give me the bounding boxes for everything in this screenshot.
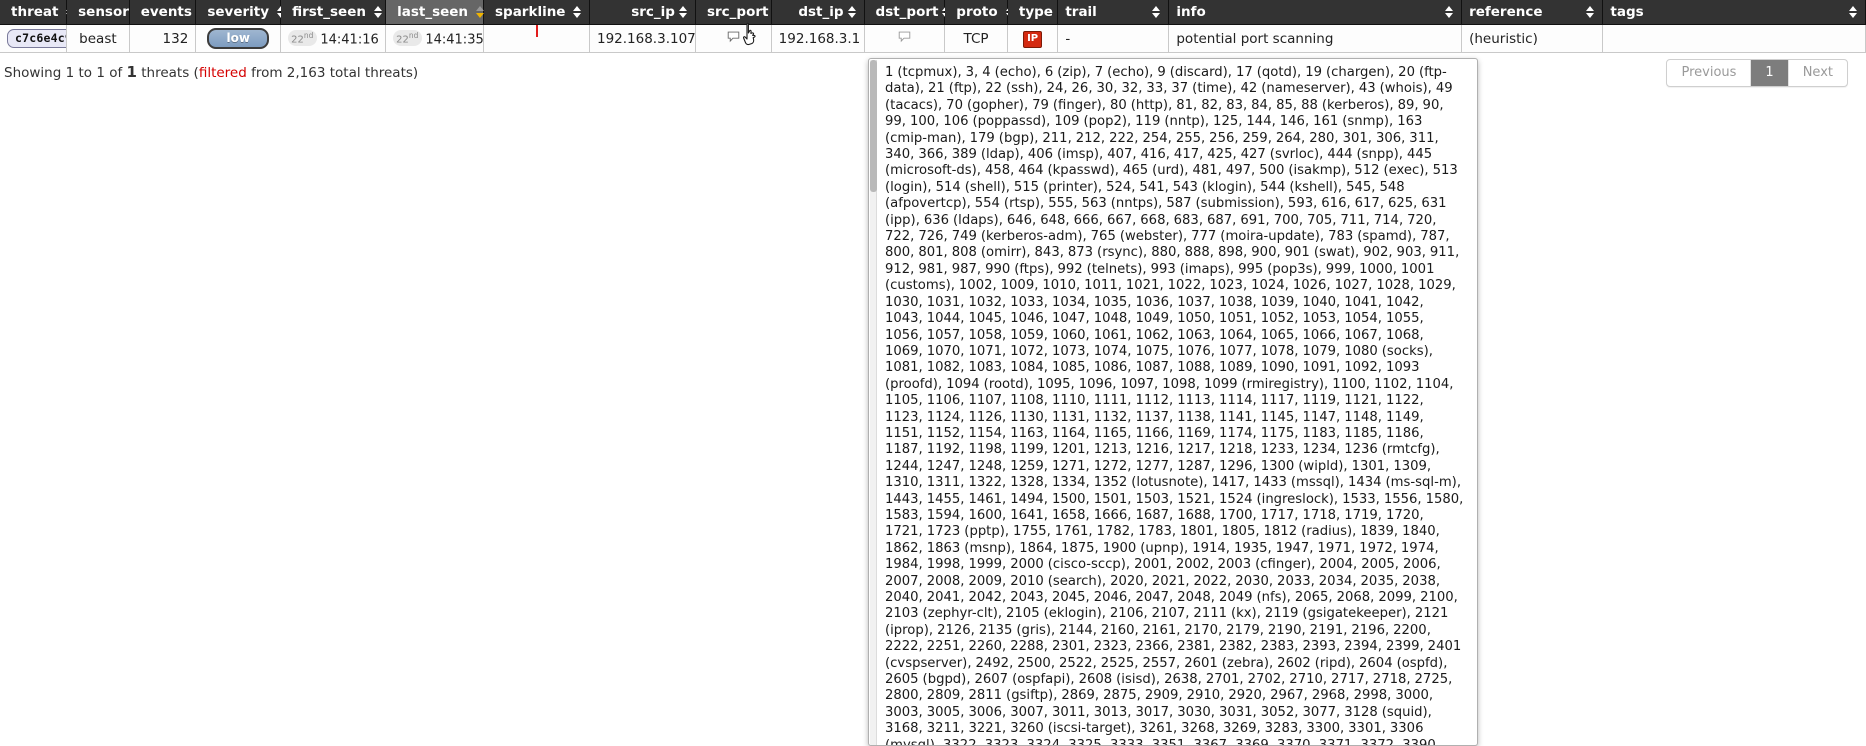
threats-page: threat sensor events severity first_seen last… [0, 0, 1866, 746]
src-ip-value-wrap: 192.168.3.107 [596, 30, 696, 47]
column-header-label-events: events [140, 4, 192, 20]
column-header-label-src_ip: src_ip [631, 4, 675, 20]
cell-proto: TCP [944, 24, 1008, 53]
cell-events: 132 [129, 24, 197, 53]
sort-arrows-icon-sparkline[interactable] [573, 5, 582, 19]
column-header-label-info: info [1176, 4, 1206, 20]
cell-tags [1602, 24, 1866, 53]
threats-header-row: threat sensor events severity first_seen last… [0, 0, 1866, 25]
last-seen-day-chip: 22nd [393, 29, 423, 47]
column-header-label-tags: tags [1610, 4, 1644, 20]
threats-table-body: c7c6e4c9 beast 132 low 22nd 14:41:16 22nd… [0, 24, 1866, 53]
column-header-label-type: type [1018, 4, 1053, 20]
src-ip-text: 192.168.3.107 [596, 30, 696, 47]
cell-type: IP [1007, 24, 1059, 53]
cell-dst-ip: 192.168.3.1 [771, 24, 865, 53]
pagination-page-1[interactable]: 1 [1751, 60, 1789, 86]
tooltip-scrollbar-thumb[interactable] [870, 60, 877, 192]
column-header-events[interactable]: events [129, 0, 204, 25]
cell-sensor: beast [66, 24, 130, 53]
column-header-dst_port[interactable]: dst_port [864, 0, 951, 25]
sort-arrows-icon-trail[interactable] [1152, 5, 1161, 19]
column-header-label-dst_ip: dst_ip [798, 4, 844, 20]
cell-threat: c7c6e4c9 [0, 24, 68, 53]
cell-sparkline [483, 24, 590, 53]
column-header-severity[interactable]: severity [195, 0, 286, 25]
column-header-threat[interactable]: threat [0, 0, 75, 25]
column-header-sensor[interactable]: sensor [66, 0, 145, 25]
column-header-tags[interactable]: tags [1602, 0, 1866, 25]
column-header-last_seen[interactable]: last_seen [385, 0, 485, 25]
tooltip-scrollbar[interactable] [870, 60, 877, 745]
sort-arrows-icon-dst_ip[interactable] [847, 5, 857, 19]
column-header-src_port[interactable]: src_port [695, 0, 781, 25]
column-header-first_seen[interactable]: first_seen [280, 0, 387, 25]
sparkline-spike [536, 24, 539, 37]
showing-count: 1 [126, 63, 137, 81]
column-header-label-dst_port: dst_port [875, 4, 939, 20]
sort-arrows-icon-first_seen[interactable] [373, 5, 383, 19]
tooltip-content: 1 (tcpmux), 3, 4 (echo), 6 (zip), 7 (ech… [885, 65, 1464, 746]
cell-last-seen: 22nd 14:41:35 [385, 24, 484, 53]
cell-trail: - [1057, 24, 1170, 53]
column-header-sparkline[interactable]: sparkline [483, 0, 590, 25]
cell-dst-port [864, 24, 946, 53]
cell-first-seen: 22nd 14:41:16 [280, 24, 387, 53]
column-header-label-trail: trail [1065, 4, 1097, 20]
first-seen-time: 14:41:16 [320, 32, 379, 48]
cell-src-ip: 192.168.3.107 [589, 24, 696, 53]
severity-badge[interactable]: low [207, 28, 270, 49]
threats-table-head: threat sensor events severity first_seen last… [0, 0, 1866, 25]
column-header-label-src_port: src_port [706, 4, 769, 20]
cell-info: potential port scanning [1168, 24, 1463, 53]
threat-id-badge[interactable]: c7c6e4c9 [7, 29, 66, 48]
sort-arrows-icon-tags[interactable] [1849, 5, 1858, 19]
type-ip-badge[interactable]: IP [1023, 31, 1043, 48]
comment-bubble-icon-src-port[interactable] [727, 30, 740, 47]
dst-port-list-tooltip: 1 (tcpmux), 3, 4 (echo), 6 (zip), 7 (ech… [868, 58, 1478, 746]
cell-reference: (heuristic) [1461, 24, 1604, 53]
cell-severity: low [195, 24, 282, 53]
sort-arrows-icon-info[interactable] [1445, 5, 1454, 19]
sort-arrows-icon-src_ip[interactable] [678, 5, 688, 19]
showing-summary: Showing 1 to 1 of 1 threats (filtered fr… [4, 63, 419, 81]
column-header-label-reference: reference [1469, 4, 1543, 20]
filtered-word: filtered [198, 65, 247, 81]
column-header-label-threat: threat [11, 4, 59, 20]
column-header-type[interactable]: type [1007, 0, 1069, 25]
column-header-src_ip[interactable]: src_ip [589, 0, 696, 25]
column-header-label-sensor: sensor [78, 4, 129, 20]
pagination-next[interactable]: Next [1789, 60, 1847, 86]
column-header-proto[interactable]: proto [944, 0, 1014, 25]
pagination-previous[interactable]: Previous [1667, 60, 1752, 86]
last-seen-time: 14:41:35 [425, 32, 484, 48]
table-row[interactable]: c7c6e4c9 beast 132 low 22nd 14:41:16 22nd… [0, 24, 1866, 53]
sort-arrows-icon-reference[interactable] [1586, 5, 1595, 19]
column-header-trail[interactable]: trail [1057, 0, 1170, 25]
column-header-info[interactable]: info [1168, 0, 1463, 25]
column-header-label-sparkline: sparkline [495, 4, 566, 20]
column-header-label-severity: severity [207, 4, 270, 20]
column-header-label-first_seen: first_seen [292, 4, 366, 20]
column-header-reference[interactable]: reference [1461, 0, 1604, 25]
column-header-label-proto: proto [956, 4, 998, 20]
cell-src-port [695, 24, 772, 53]
pagination: Previous 1 Next [1666, 59, 1848, 87]
dst-ip-value-wrap: 192.168.3.1 [778, 30, 863, 47]
threats-table: threat sensor events severity first_seen last… [0, 0, 1866, 53]
dst-ip-text: 192.168.3.1 [778, 30, 861, 47]
column-header-label-last_seen: last_seen [397, 4, 469, 20]
first-seen-day-chip: 22nd [288, 29, 318, 47]
comment-bubble-icon-dst-port[interactable] [898, 30, 911, 47]
column-header-dst_ip[interactable]: dst_ip [771, 0, 865, 25]
